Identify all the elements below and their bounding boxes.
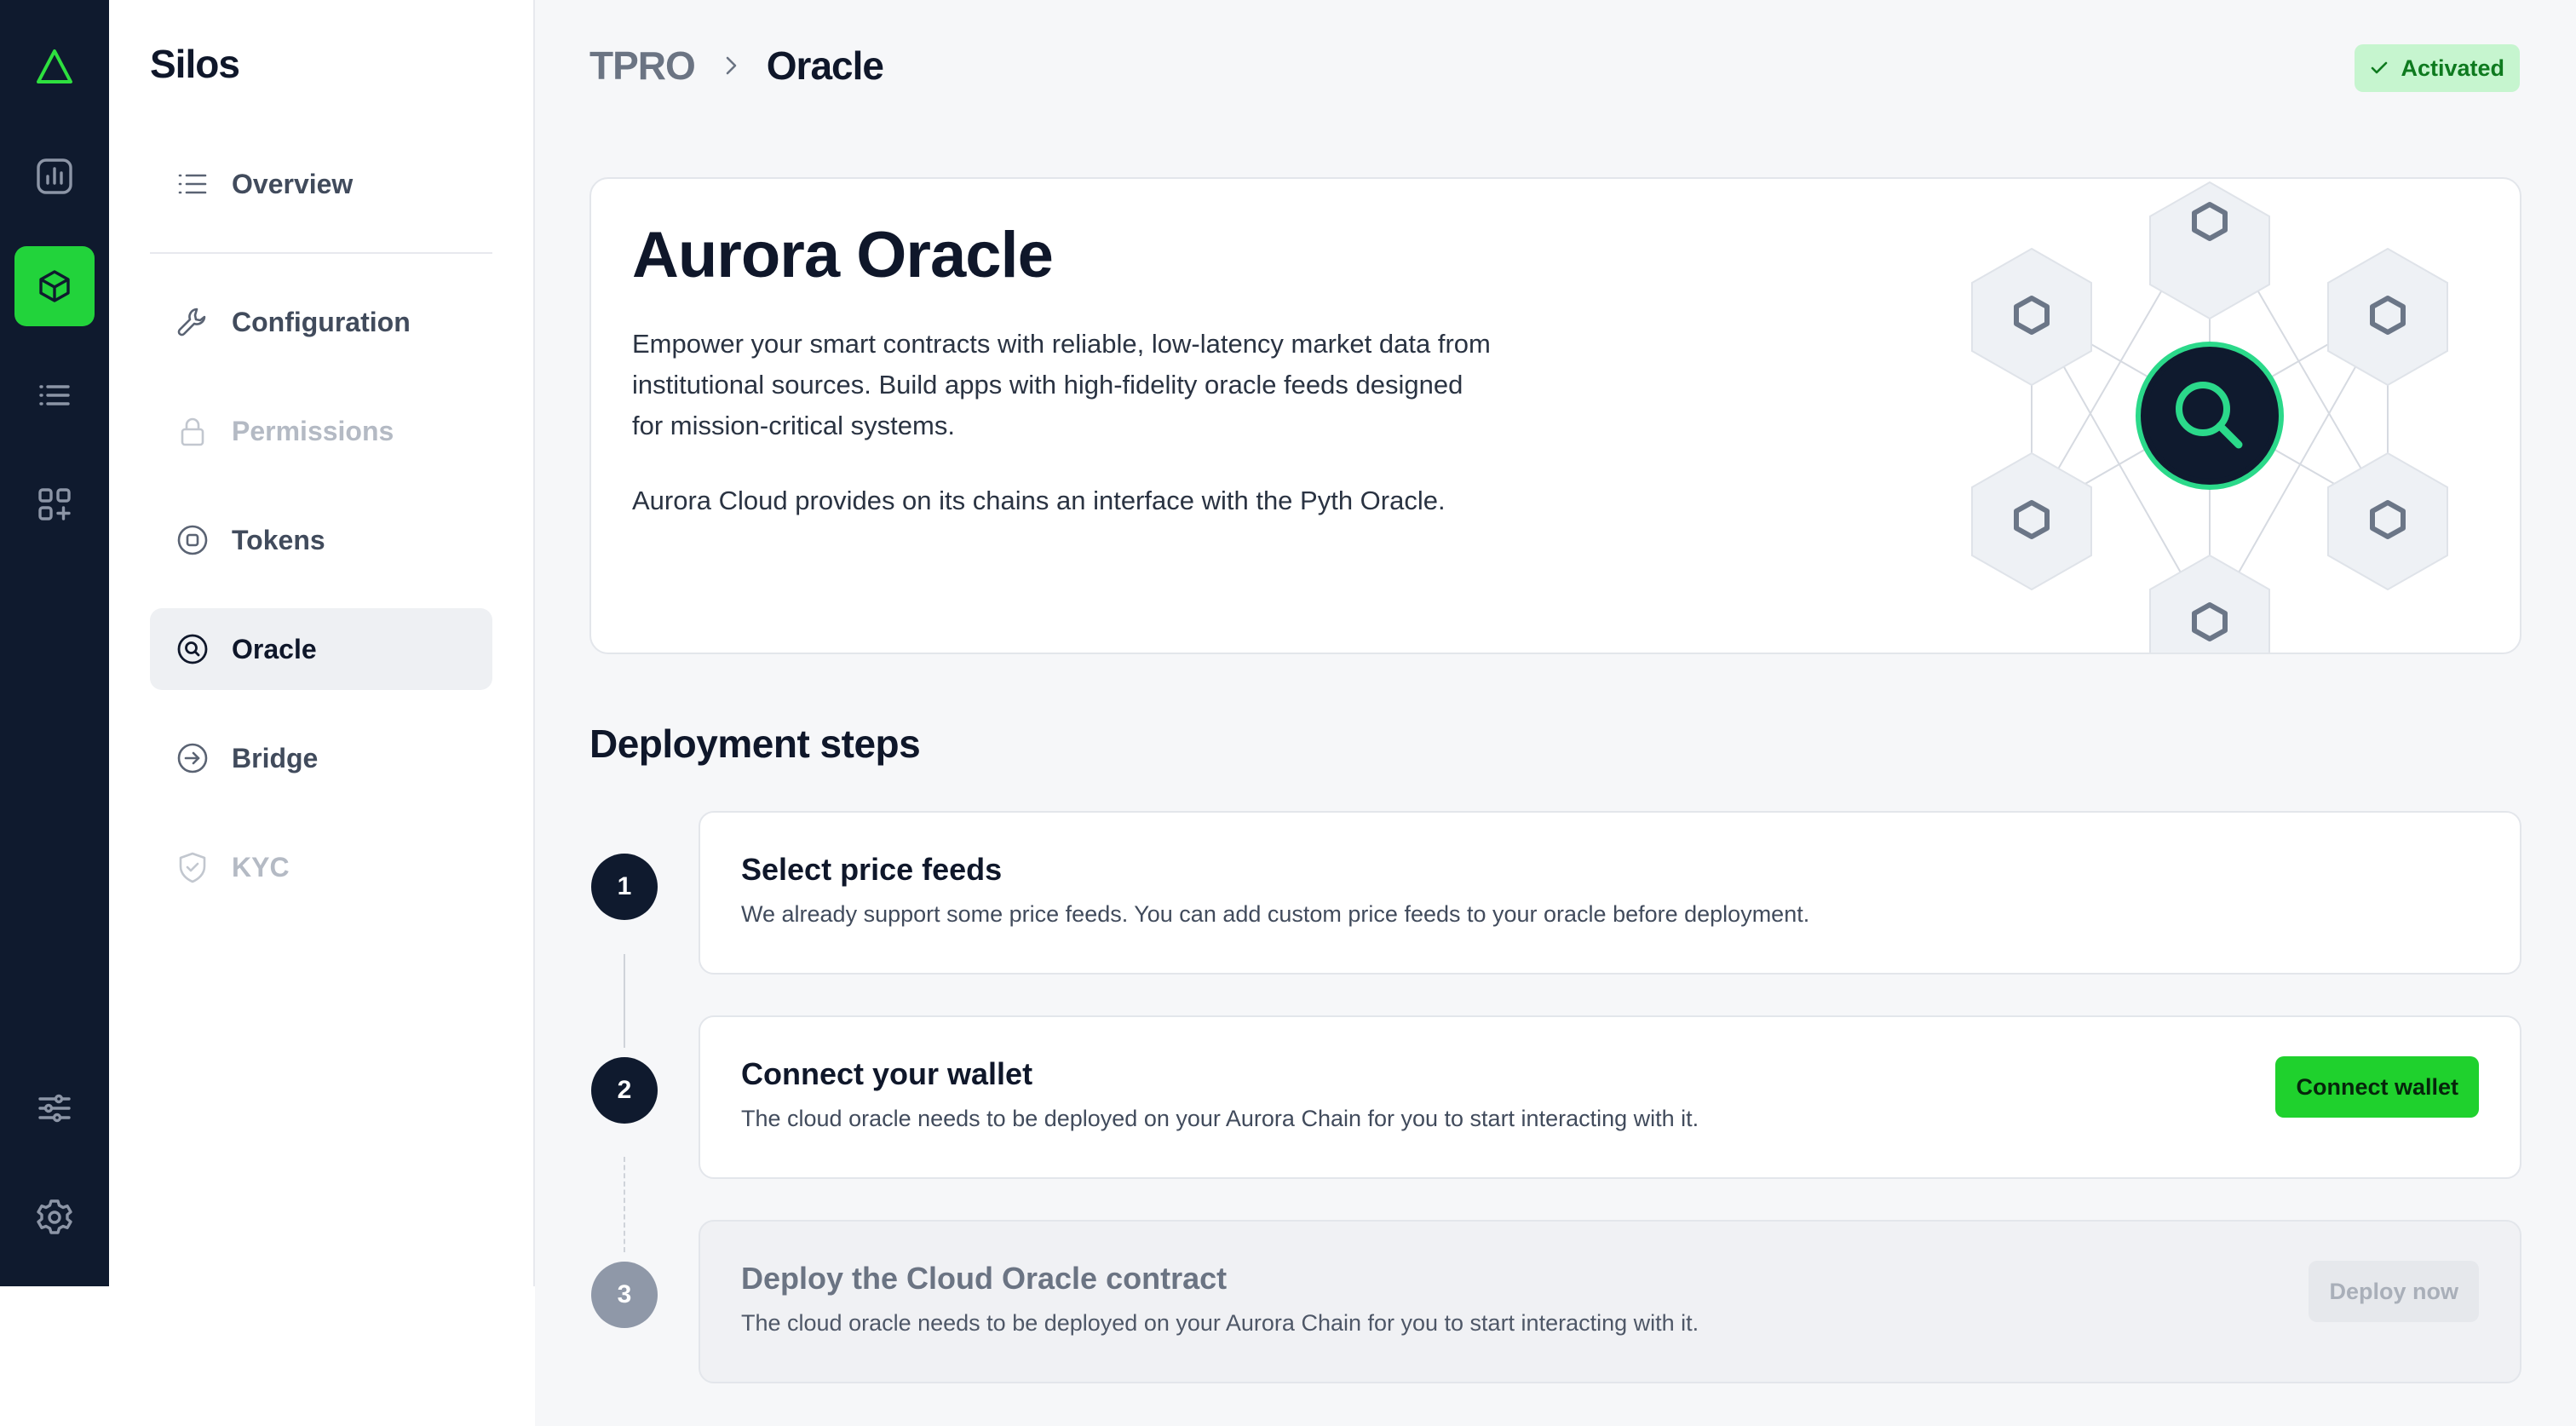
sidebar-item-label: Overview bbox=[232, 168, 354, 199]
list-icon bbox=[174, 165, 211, 203]
connect-wallet-button[interactable]: Connect wallet bbox=[2275, 1056, 2479, 1118]
sidebar-item-label: Bridge bbox=[232, 742, 319, 773]
step-title: Connect your wallet bbox=[741, 1056, 1033, 1091]
sidebar-item-label: Configuration bbox=[232, 306, 411, 337]
gear-icon[interactable] bbox=[14, 1177, 95, 1257]
step-number-3: 3 bbox=[591, 1262, 658, 1328]
analytics-icon[interactable] bbox=[14, 136, 95, 216]
apps-icon[interactable] bbox=[14, 464, 95, 544]
step-connector bbox=[624, 1157, 625, 1252]
wrench-icon bbox=[174, 303, 211, 341]
sidebar-item-label: Permissions bbox=[232, 415, 394, 446]
hero-description: Empower your smart contracts with reliab… bbox=[632, 329, 1491, 440]
step-number-1: 1 bbox=[591, 854, 658, 920]
cube-icon[interactable] bbox=[14, 246, 95, 326]
chevron-right-icon bbox=[714, 49, 748, 83]
sidebar-title: Silos bbox=[150, 42, 240, 86]
status-badge-label: Activated bbox=[2401, 55, 2504, 81]
sidebar-item-overview[interactable]: Overview bbox=[150, 143, 492, 225]
icon-rail bbox=[0, 0, 109, 1286]
search-icon bbox=[174, 630, 211, 668]
sliders-icon[interactable] bbox=[14, 1068, 95, 1148]
step-title: Select price feeds bbox=[741, 852, 1003, 887]
breadcrumb-parent-link[interactable]: TPRO bbox=[589, 43, 696, 89]
silos-sidebar: Silos Overview Configuration Permissions bbox=[109, 0, 535, 1286]
deploy-now-button[interactable]: Deploy now bbox=[2309, 1261, 2479, 1322]
status-badge: Activated bbox=[2355, 44, 2520, 92]
sidebar-item-kyc[interactable]: KYC bbox=[150, 826, 492, 908]
step-description: We already support some price feeds. You… bbox=[741, 901, 1810, 927]
step-description: The cloud oracle needs to be deployed on… bbox=[741, 1106, 1699, 1131]
shield-check-icon bbox=[174, 848, 211, 886]
step-connector bbox=[624, 954, 625, 1048]
sidebar-divider bbox=[150, 252, 492, 254]
sidebar-item-oracle[interactable]: Oracle bbox=[150, 608, 492, 690]
page-title: Oracle bbox=[766, 43, 884, 88]
hero-note: Aurora Cloud provides on its chains an i… bbox=[632, 486, 1446, 515]
sidebar-item-bridge[interactable]: Bridge bbox=[150, 717, 492, 799]
token-icon bbox=[174, 521, 211, 559]
list-icon[interactable] bbox=[14, 355, 95, 435]
deployment-steps-title: Deployment steps bbox=[589, 722, 921, 766]
step-number-2: 2 bbox=[591, 1057, 658, 1124]
hero-title: Aurora Oracle bbox=[632, 219, 1054, 291]
sidebar-item-label: Tokens bbox=[232, 524, 325, 555]
sidebar-item-label: KYC bbox=[232, 851, 290, 883]
step-card-select-price-feeds[interactable]: Select price feeds We already support so… bbox=[699, 811, 2521, 975]
lock-icon bbox=[174, 412, 211, 450]
sidebar-item-permissions[interactable]: Permissions bbox=[150, 390, 492, 472]
check-icon bbox=[2372, 61, 2388, 74]
sidebar-item-configuration[interactable]: Configuration bbox=[150, 281, 492, 363]
arrow-circle-icon bbox=[174, 739, 211, 777]
sidebar-item-label: Oracle bbox=[232, 633, 317, 664]
aurora-logo-icon[interactable] bbox=[14, 27, 95, 107]
step-card-deploy-contract: Deploy the Cloud Oracle contract The clo… bbox=[699, 1220, 2521, 1383]
main-content: TPRO Oracle Activated Aurora Oracle Empo… bbox=[535, 0, 2576, 1426]
oracle-network-illustration bbox=[1971, 181, 2448, 653]
oracle-hero-card: Aurora Oracle Empower your smart contrac… bbox=[589, 177, 2521, 654]
step-title: Deploy the Cloud Oracle contract bbox=[741, 1261, 1228, 1296]
breadcrumb: TPRO Oracle bbox=[589, 43, 884, 89]
sidebar-item-tokens[interactable]: Tokens bbox=[150, 499, 492, 581]
step-description: The cloud oracle needs to be deployed on… bbox=[741, 1310, 1699, 1336]
step-card-connect-wallet: Connect your wallet The cloud oracle nee… bbox=[699, 1015, 2521, 1179]
